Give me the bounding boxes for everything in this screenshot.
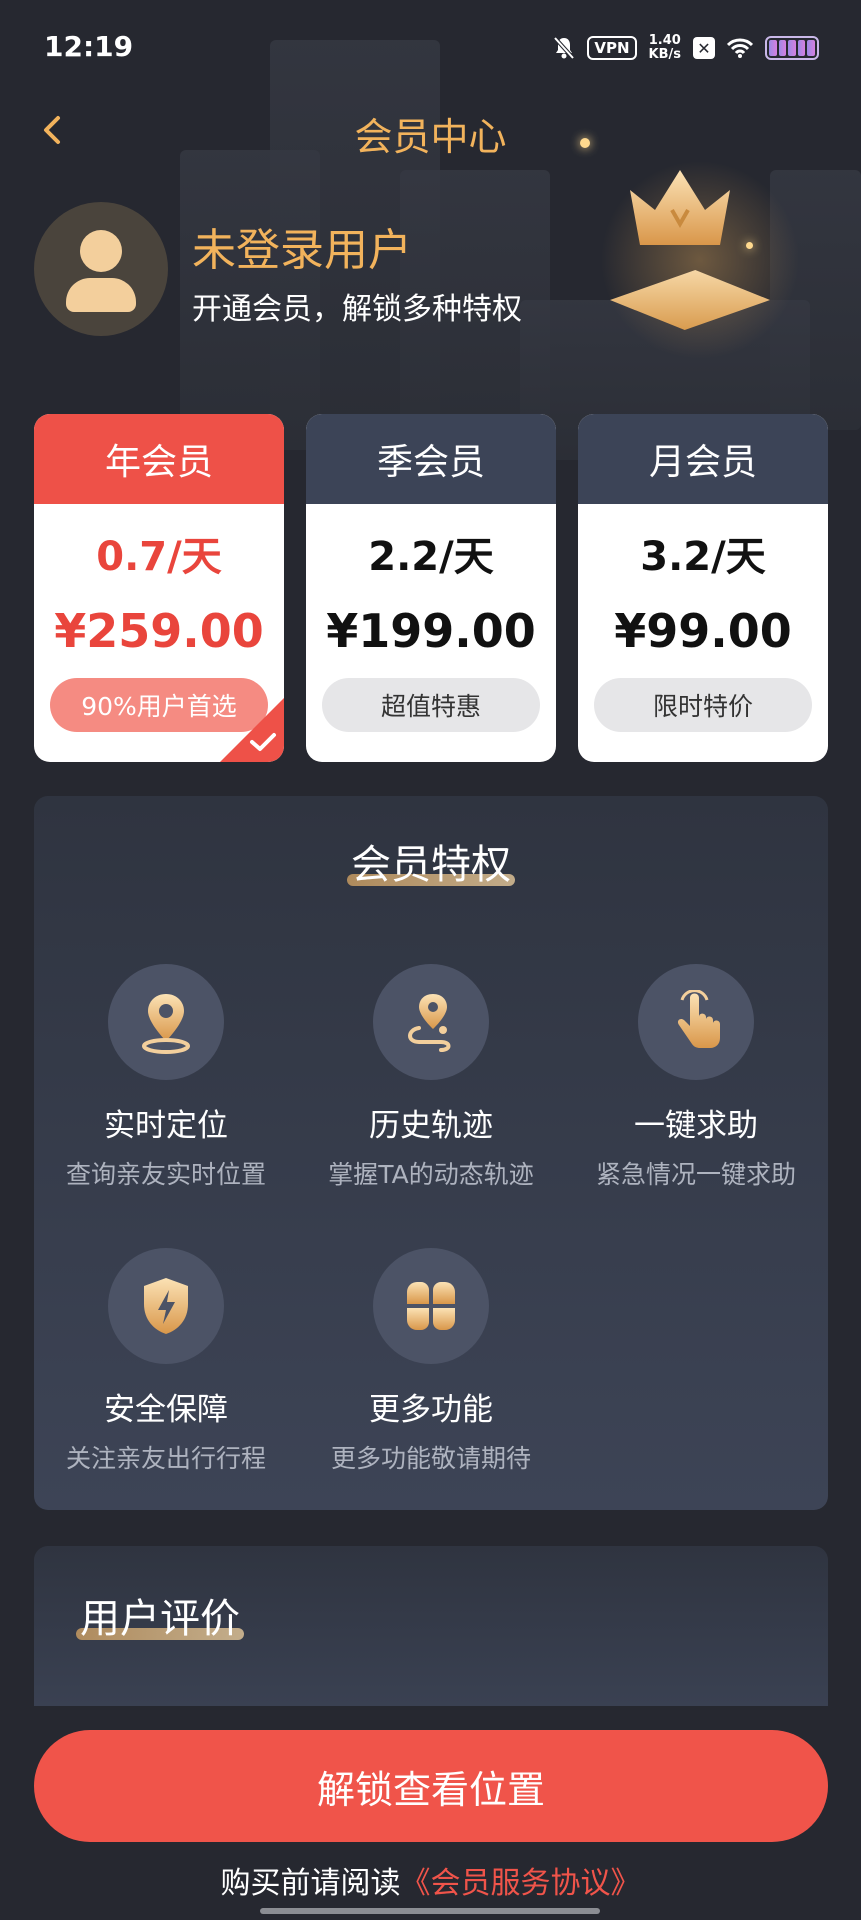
plan-name: 年会员 <box>34 414 284 504</box>
tap-hand-icon <box>638 964 754 1080</box>
plan-name: 月会员 <box>578 414 828 504</box>
plan-daily-price: 2.2/天 <box>368 534 494 580</box>
feature-name: 更多功能 <box>369 1392 493 1428</box>
plan-price: ¥259.00 <box>54 604 264 658</box>
crown-illustration <box>560 120 840 360</box>
plan-cards: 年会员 0.7/天 ¥259.00 90%用户首选 季会员 2.2/天 ¥199… <box>34 414 828 762</box>
status-time: 12:19 <box>44 30 134 63</box>
feature-realtime-location[interactable]: 实时定位 查询亲友实时位置 <box>34 964 298 1191</box>
feature-history-track[interactable]: 历史轨迹 掌握TA的动态轨迹 <box>299 964 563 1191</box>
home-indicator[interactable] <box>260 1908 600 1914</box>
user-name[interactable]: 未登录用户 <box>192 214 412 278</box>
plan-daily-price: 0.7/天 <box>96 534 222 580</box>
feature-one-key-help[interactable]: 一键求助 紧急情况一键求助 <box>564 964 828 1191</box>
vpn-icon: VPN <box>587 36 637 60</box>
reviews-title: 用户评价 <box>76 1586 244 1644</box>
plan-tag: 限时特价 <box>594 678 812 732</box>
plan-name: 季会员 <box>306 414 556 504</box>
privileges-panel: 会员特权 实时定位 查询亲友实时位置 历史轨迹 掌握TA的动态轨迹 一键求助 紧… <box>34 796 828 1510</box>
plan-price: ¥199.00 <box>326 604 536 658</box>
crown-icon <box>630 170 730 245</box>
plan-card-monthly[interactable]: 月会员 3.2/天 ¥99.00 限时特价 <box>578 414 828 762</box>
location-pin-icon <box>108 964 224 1080</box>
status-icons: VPN 1.40 KB/s ✕ <box>553 34 819 62</box>
network-speed: 1.40 KB/s <box>649 34 681 62</box>
feature-more[interactable]: 更多功能 更多功能敬请期待 <box>299 1248 563 1475</box>
plan-tag: 超值特惠 <box>322 678 540 732</box>
user-subtitle: 开通会员，解锁多种特权 <box>192 292 522 327</box>
mute-bell-icon <box>553 36 575 60</box>
feature-name: 安全保障 <box>104 1392 228 1428</box>
feature-name: 实时定位 <box>104 1108 228 1144</box>
bottom-bar: 解锁查看位置 购买前请阅读《会员服务协议》 <box>0 1706 861 1920</box>
battery-icon <box>765 36 819 60</box>
shield-bolt-icon <box>108 1248 224 1364</box>
privileges-title: 会员特权 <box>34 832 828 890</box>
plan-price: ¥99.00 <box>614 604 792 658</box>
status-bar: 12:19 VPN 1.40 KB/s ✕ <box>0 0 861 100</box>
unlock-location-button[interactable]: 解锁查看位置 <box>34 1730 828 1842</box>
agreement-link[interactable]: 《会员服务协议》 <box>401 1866 641 1901</box>
feature-name: 历史轨迹 <box>369 1108 493 1144</box>
grid-clover-icon <box>373 1248 489 1364</box>
feature-desc: 紧急情况一键求助 <box>595 1160 796 1189</box>
route-icon <box>373 964 489 1080</box>
plan-daily-price: 3.2/天 <box>640 534 766 580</box>
plan-card-annual[interactable]: 年会员 0.7/天 ¥259.00 90%用户首选 <box>34 414 284 762</box>
feature-desc: 更多功能敬请期待 <box>330 1444 531 1473</box>
feature-desc: 查询亲友实时位置 <box>65 1160 266 1189</box>
feature-name: 一键求助 <box>634 1108 758 1144</box>
feature-desc: 掌握TA的动态轨迹 <box>328 1160 534 1189</box>
wifi-icon <box>727 38 753 58</box>
speed-value: 1.40 <box>648 33 681 48</box>
reviews-panel: 用户评价 <box>34 1546 828 1706</box>
x-app-icon: ✕ <box>693 37 715 59</box>
feature-desc: 关注亲友出行行程 <box>65 1444 266 1473</box>
plan-card-quarterly[interactable]: 季会员 2.2/天 ¥199.00 超值特惠 <box>306 414 556 762</box>
agreement-prefix: 购买前请阅读 <box>220 1866 401 1901</box>
plan-tag: 90%用户首选 <box>50 678 268 732</box>
speed-unit: KB/s <box>648 47 681 62</box>
avatar[interactable] <box>34 202 168 336</box>
feature-safety[interactable]: 安全保障 关注亲友出行行程 <box>34 1248 298 1475</box>
agreement-text: 购买前请阅读《会员服务协议》 <box>0 1858 861 1902</box>
